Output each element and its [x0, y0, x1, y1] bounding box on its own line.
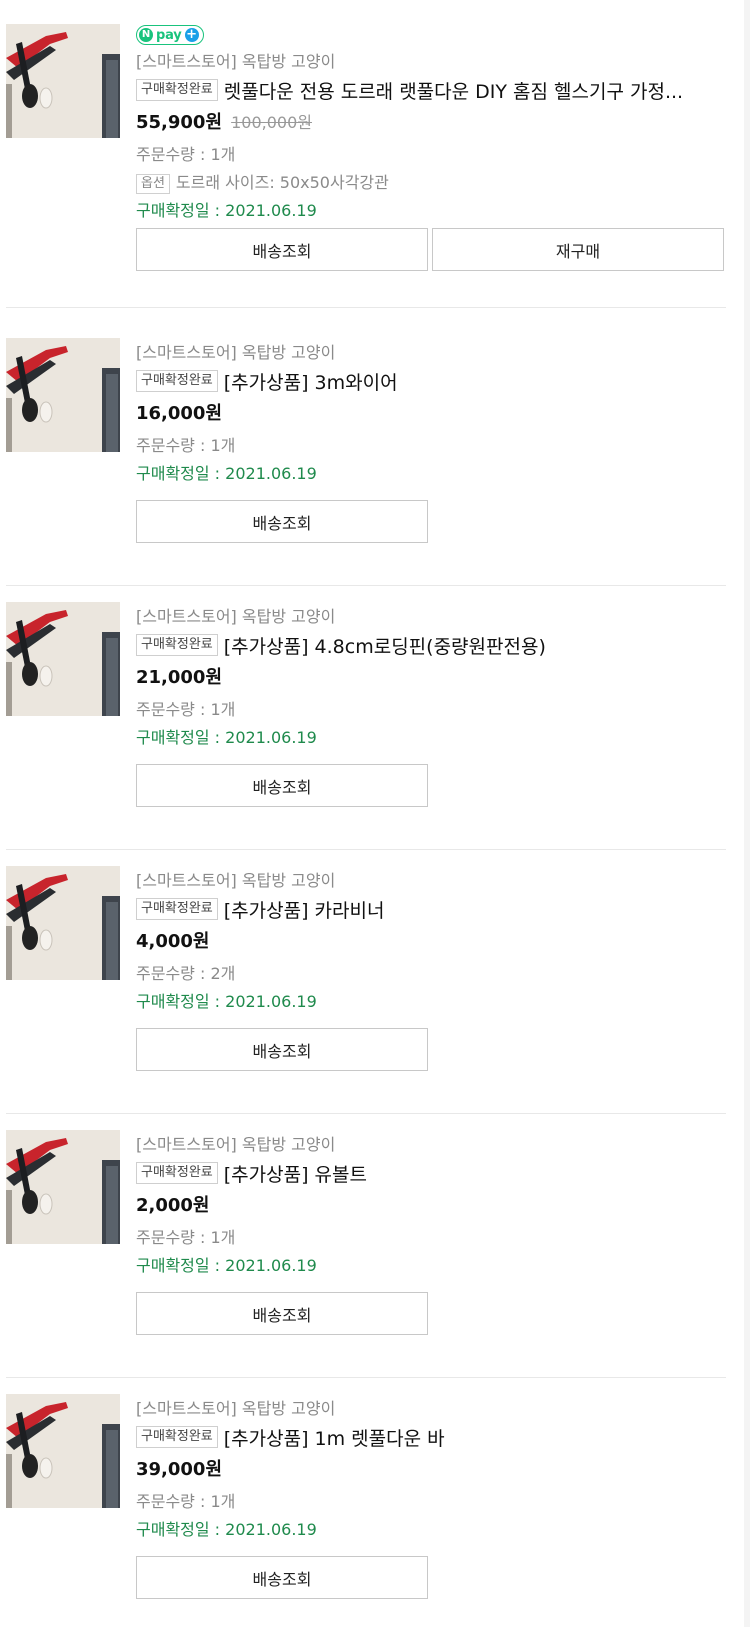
- delivery-tracking-button[interactable]: 배송조회: [136, 1028, 428, 1071]
- product-price: 55,900원: [136, 112, 223, 133]
- product-thumbnail[interactable]: [6, 602, 120, 716]
- order-item: [스마트스토어] 옥탑방 고양이 구매확정완료 [추가상품] 4.8cm로딩핀(…: [6, 586, 726, 850]
- confirm-date: 구매확정일 : 2021.06.19: [136, 197, 726, 225]
- order-list: N pay + [스마트스토어] 옥탑방 고양이 구매확정완료 렛풀다운 전용 …: [0, 0, 726, 1642]
- product-price: 16,000원: [136, 403, 223, 424]
- quantity-value: 1개: [210, 700, 236, 719]
- confirm-date-label: 구매확정일 :: [136, 464, 226, 483]
- npay-n-icon: N: [139, 28, 153, 42]
- store-name[interactable]: [스마트스토어] 옥탑방 고양이: [136, 49, 726, 75]
- order-item: [스마트스토어] 옥탑방 고양이 구매확정완료 [추가상품] 3m와이어 16,…: [6, 322, 726, 586]
- delivery-tracking-button[interactable]: 배송조회: [136, 500, 428, 543]
- store-name[interactable]: [스마트스토어] 옥탑방 고양이: [136, 868, 726, 894]
- product-title[interactable]: [추가상품] 유볼트: [224, 1160, 367, 1187]
- product-title[interactable]: [추가상품] 카라비너: [224, 896, 385, 923]
- quantity-value: 1개: [210, 145, 236, 164]
- order-item: [스마트스토어] 옥탑방 고양이 구매확정완료 [추가상품] 카라비너 4,00…: [6, 850, 726, 1114]
- quantity-label: 주문수량 :: [136, 964, 211, 983]
- confirm-date: 구매확정일 : 2021.06.19: [136, 1252, 726, 1280]
- original-price: 100,000원: [231, 113, 313, 132]
- option-value: 도르래 사이즈: 50x50사각강관: [175, 173, 389, 192]
- product-title[interactable]: [추가상품] 4.8cm로딩핀(중량원판전용): [224, 632, 546, 659]
- option-row: 옵션 도르래 사이즈: 50x50사각강관: [136, 169, 726, 197]
- quantity-value: 2개: [210, 964, 236, 983]
- plus-icon: +: [184, 27, 199, 42]
- confirm-date-label: 구매확정일 :: [136, 728, 226, 747]
- store-name[interactable]: [스마트스토어] 옥탑방 고양이: [136, 340, 726, 366]
- quantity-label: 주문수량 :: [136, 1228, 211, 1247]
- order-quantity: 주문수량 : 1개: [136, 432, 726, 460]
- confirm-date-label: 구매확정일 :: [136, 1256, 226, 1275]
- order-quantity: 주문수량 : 1개: [136, 1224, 726, 1252]
- order-item: N pay + [스마트스토어] 옥탑방 고양이 구매확정완료 렛풀다운 전용 …: [6, 0, 726, 308]
- store-name[interactable]: [스마트스토어] 옥탑방 고양이: [136, 1132, 726, 1158]
- product-price: 2,000원: [136, 1195, 210, 1216]
- quantity-value: 1개: [210, 1228, 236, 1247]
- confirm-date-value: 2021.06.19: [225, 728, 317, 747]
- quantity-label: 주문수량 :: [136, 1492, 211, 1511]
- quantity-value: 1개: [210, 436, 236, 455]
- status-badge: 구매확정완료: [136, 79, 218, 101]
- product-title[interactable]: [추가상품] 3m와이어: [224, 368, 398, 395]
- status-badge: 구매확정완료: [136, 1426, 218, 1448]
- product-price: 4,000원: [136, 931, 210, 952]
- order-quantity: 주문수량 : 1개: [136, 1488, 726, 1516]
- quantity-label: 주문수량 :: [136, 145, 211, 164]
- confirm-date: 구매확정일 : 2021.06.19: [136, 460, 726, 488]
- store-name[interactable]: [스마트스토어] 옥탑방 고양이: [136, 604, 726, 630]
- confirm-date-value: 2021.06.19: [225, 992, 317, 1011]
- product-title[interactable]: 렛풀다운 전용 도르래 랫풀다운 DIY 홈짐 헬스기구 가정...: [224, 77, 683, 104]
- confirm-date-value: 2021.06.19: [225, 1520, 317, 1539]
- quantity-value: 1개: [210, 1492, 236, 1511]
- status-badge: 구매확정완료: [136, 898, 218, 920]
- confirm-date-value: 2021.06.19: [225, 464, 317, 483]
- confirm-date: 구매확정일 : 2021.06.19: [136, 988, 726, 1016]
- confirm-date-value: 2021.06.19: [225, 201, 317, 220]
- scrollbar-track[interactable]: [744, 0, 750, 1627]
- delivery-tracking-button[interactable]: 배송조회: [136, 764, 428, 807]
- product-thumbnail[interactable]: [6, 866, 120, 980]
- product-thumbnail[interactable]: [6, 1130, 120, 1244]
- order-quantity: 주문수량 : 1개: [136, 696, 726, 724]
- order-item: [스마트스토어] 옥탑방 고양이 구매확정완료 [추가상품] 유볼트 2,000…: [6, 1114, 726, 1378]
- confirm-date-label: 구매확정일 :: [136, 992, 226, 1011]
- product-price: 39,000원: [136, 1459, 223, 1480]
- delivery-tracking-button[interactable]: 배송조회: [136, 228, 428, 271]
- status-badge: 구매확정완료: [136, 370, 218, 392]
- npay-plus-badge: N pay +: [136, 25, 204, 45]
- rebuy-button[interactable]: 재구매: [432, 228, 724, 271]
- option-tag: 옵션: [136, 173, 170, 194]
- confirm-date: 구매확정일 : 2021.06.19: [136, 724, 726, 752]
- product-thumbnail[interactable]: [6, 1394, 120, 1508]
- status-badge: 구매확정완료: [136, 634, 218, 656]
- order-quantity: 주문수량 : 2개: [136, 960, 726, 988]
- confirm-date: 구매확정일 : 2021.06.19: [136, 1516, 726, 1544]
- quantity-label: 주문수량 :: [136, 436, 211, 455]
- status-badge: 구매확정완료: [136, 1162, 218, 1184]
- store-name[interactable]: [스마트스토어] 옥탑방 고양이: [136, 1396, 726, 1422]
- confirm-date-label: 구매확정일 :: [136, 1520, 226, 1539]
- order-quantity: 주문수량 : 1개: [136, 141, 726, 169]
- quantity-label: 주문수량 :: [136, 700, 211, 719]
- product-title[interactable]: [추가상품] 1m 렛풀다운 바: [224, 1424, 445, 1451]
- confirm-date-value: 2021.06.19: [225, 1256, 317, 1275]
- order-item: [스마트스토어] 옥탑방 고양이 구매확정완료 [추가상품] 1m 렛풀다운 바…: [6, 1378, 726, 1642]
- product-thumbnail[interactable]: [6, 24, 120, 138]
- delivery-tracking-button[interactable]: 배송조회: [136, 1556, 428, 1599]
- product-thumbnail[interactable]: [6, 338, 120, 452]
- npay-label: pay: [156, 27, 182, 43]
- confirm-date-label: 구매확정일 :: [136, 201, 226, 220]
- product-price: 21,000원: [136, 667, 223, 688]
- delivery-tracking-button[interactable]: 배송조회: [136, 1292, 428, 1335]
